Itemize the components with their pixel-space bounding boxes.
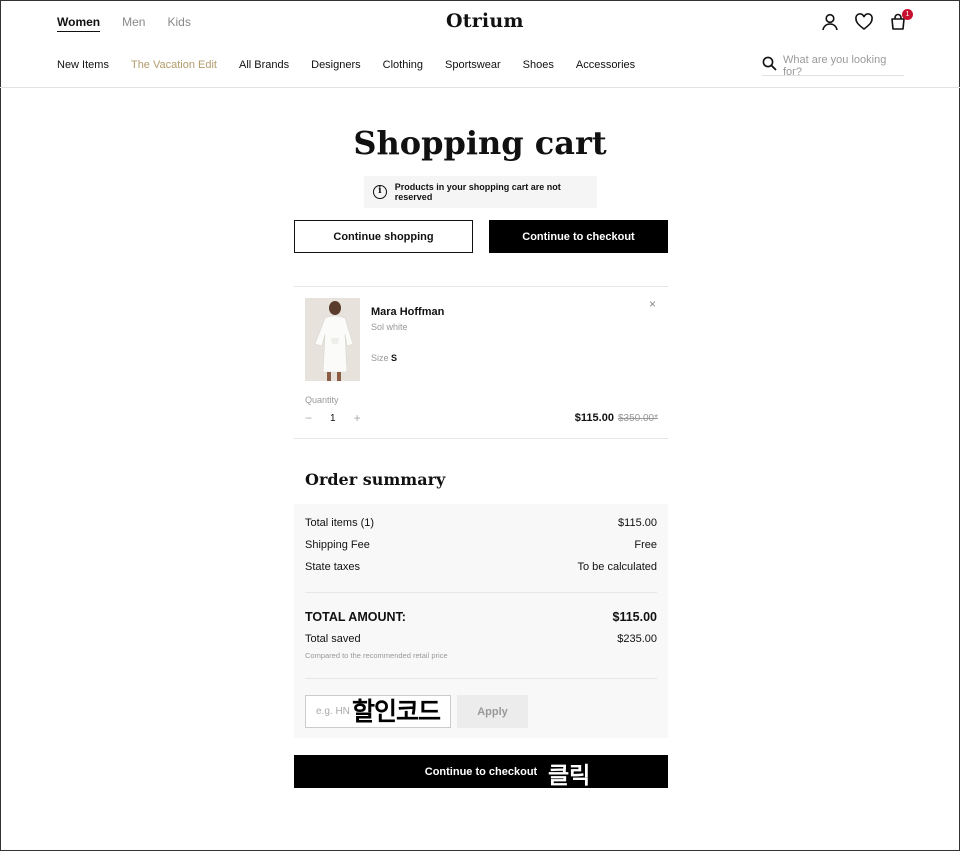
search-placeholder: What are you looking for? — [783, 53, 887, 78]
product-variant: Sol white — [371, 322, 408, 332]
nav-shoes[interactable]: Shoes — [523, 59, 554, 71]
taxes-row: State taxes To be calculated — [305, 561, 657, 573]
total-amount-value: $115.00 — [612, 610, 658, 624]
total-items-label: Total items (1) — [305, 517, 375, 529]
tab-women[interactable]: Women — [57, 15, 101, 32]
click-annotation: 클릭 — [548, 763, 591, 789]
tab-kids[interactable]: Kids — [167, 15, 190, 32]
tab-men[interactable]: Men — [122, 15, 145, 32]
apply-button[interactable]: Apply — [457, 695, 528, 728]
product-brand[interactable]: Mara Hoffman — [371, 306, 444, 318]
logo[interactable]: Otrium — [446, 10, 524, 32]
gender-tabs: Women Men Kids — [57, 15, 191, 32]
continue-to-checkout-button[interactable]: Continue to checkout — [294, 755, 668, 788]
total-amount-label: TOTAL AMOUNT: — [305, 610, 406, 624]
nav-designers[interactable]: Designers — [311, 59, 361, 71]
total-saved-row: Total saved $235.00 — [305, 633, 657, 645]
minus-icon[interactable]: − — [305, 411, 312, 425]
shipping-label: Shipping Fee — [305, 539, 370, 551]
quantity-stepper: − 1 + — [305, 411, 361, 425]
page-title: Shopping cart — [353, 124, 607, 162]
current-price: $115.00 — [574, 412, 614, 424]
shipping-row: Shipping Fee Free — [305, 539, 657, 551]
total-items-row: Total items (1) $115.00 — [305, 517, 657, 529]
shipping-value: Free — [634, 539, 657, 551]
total-amount-row: TOTAL AMOUNT: $115.00 — [305, 610, 657, 624]
saved-note: Compared to the recommended retail price — [305, 651, 448, 660]
notice-text: Products in your shopping cart are not r… — [394, 182, 561, 202]
order-summary: Total items (1) $115.00 Shipping Fee Fre… — [294, 504, 668, 738]
search-input[interactable]: What are you looking for? — [762, 53, 904, 78]
nav-new-items[interactable]: New Items — [57, 59, 109, 71]
account-icon[interactable] — [820, 12, 840, 32]
size-label: Size — [371, 353, 389, 363]
top-icons: 1 — [820, 9, 913, 32]
site-header: Women Men Kids Otrium 1 New Items The Va… — [0, 0, 960, 88]
nav-clothing[interactable]: Clothing — [383, 59, 423, 71]
continue-shopping-button[interactable]: Continue shopping — [294, 220, 473, 253]
price-block: $115.00 $350.00* — [575, 412, 658, 424]
continue-to-checkout-button-top[interactable]: Continue to checkout — [489, 220, 668, 253]
product-image[interactable] — [305, 298, 360, 381]
cart-item: Mara Hoffman Sol white Size S × Quantity… — [294, 286, 668, 439]
reservation-notice: i Products in your shopping cart are not… — [364, 176, 597, 208]
nav-all-brands[interactable]: All Brands — [239, 59, 289, 71]
promo-code-annotation: 할인코드 — [352, 697, 441, 726]
main-nav: New Items The Vacation Edit All Brands D… — [57, 59, 635, 71]
quantity-value: 1 — [330, 412, 336, 424]
quantity-label: Quantity — [305, 395, 339, 405]
taxes-label: State taxes — [305, 561, 361, 573]
original-price: $350.00* — [617, 413, 658, 424]
total-saved-value: $235.00 — [617, 633, 657, 645]
divider — [305, 592, 657, 593]
cart-bag-icon[interactable]: 1 — [888, 9, 913, 32]
total-items-value: $115.00 — [618, 517, 657, 529]
total-saved-label: Total saved — [305, 633, 361, 645]
search-icon — [762, 56, 777, 76]
taxes-value: To be calculated — [577, 561, 658, 573]
nav-accessories[interactable]: Accessories — [576, 59, 635, 71]
wishlist-heart-icon[interactable] — [854, 12, 874, 32]
nav-vacation-edit[interactable]: The Vacation Edit — [131, 59, 217, 71]
size-value: S — [391, 353, 398, 363]
info-icon: i — [373, 185, 387, 199]
size-row: Size S — [371, 353, 397, 363]
remove-item-close-icon[interactable]: × — [649, 297, 656, 311]
plus-icon[interactable]: + — [354, 411, 361, 425]
nav-sportswear[interactable]: Sportswear — [445, 59, 501, 71]
order-summary-title: Order summary — [305, 470, 446, 489]
cart-count-badge: 1 — [902, 9, 913, 20]
divider — [305, 678, 657, 679]
